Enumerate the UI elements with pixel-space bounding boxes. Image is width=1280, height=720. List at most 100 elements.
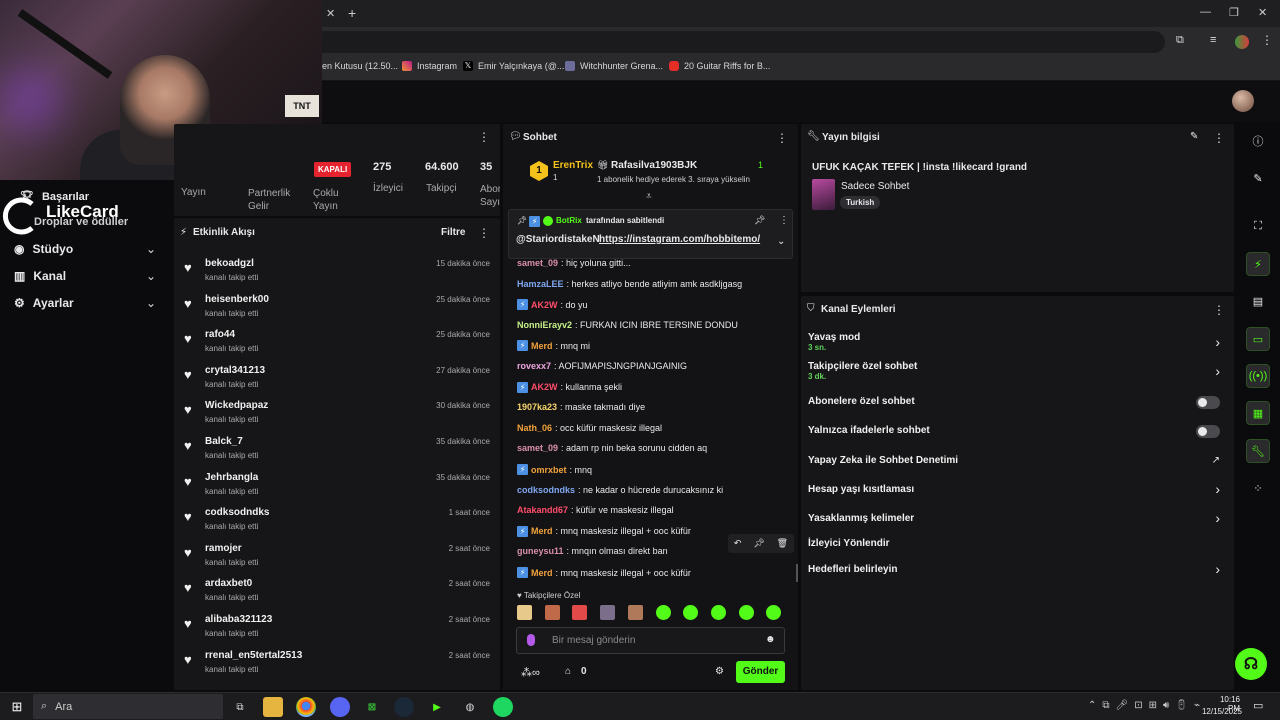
follower-name[interactable]: rafo44 [205, 329, 235, 340]
trash-icon[interactable]: 🗑︎ [777, 538, 788, 549]
chat-username[interactable]: Merd [531, 568, 553, 578]
filter-button[interactable]: Filtre [441, 227, 465, 238]
emote-icon[interactable] [655, 605, 671, 620]
bookmark-mail[interactable]: len Kutusu (12.50... [320, 61, 398, 71]
minimize-icon[interactable]: — [1200, 6, 1211, 18]
help-button[interactable]: ☊ [1235, 648, 1267, 680]
more-icon[interactable]: ⋮ [478, 130, 490, 144]
chat-username[interactable]: guneysu11 [517, 546, 564, 556]
tab-stream[interactable]: Yayın [181, 187, 206, 198]
emote-icon[interactable] [710, 605, 726, 620]
follower-name[interactable]: rrenal_en5tertal2513 [205, 650, 302, 661]
chat-username[interactable]: Merd [531, 526, 553, 536]
edit-icon[interactable]: ✎ [1190, 131, 1198, 142]
follower-name[interactable]: Wickedpapaz [205, 400, 268, 411]
unpin-icon[interactable]: 📌︎ [754, 215, 765, 226]
media-icon[interactable]: ≡ [1210, 34, 1216, 46]
chevron-down-icon[interactable]: ⌄ [146, 296, 156, 310]
category-thumbnail[interactable] [812, 179, 835, 210]
nav-channel[interactable]: ▥ Kanal [14, 269, 66, 283]
window-close-icon[interactable]: ✕ [1258, 6, 1267, 19]
taskbar-search[interactable]: ⌕ Ara [33, 694, 223, 719]
chat-username[interactable]: Atakandd67 [517, 505, 568, 515]
info-icon[interactable]: ⓘ [1246, 129, 1270, 153]
microphone-icon[interactable] [527, 634, 535, 646]
tab-multistream[interactable]: Çoklu Yayın [313, 187, 353, 213]
fullscreen-icon[interactable]: ⛶ [1246, 214, 1270, 238]
chat-username[interactable]: 1907ka23 [517, 402, 557, 412]
system-tray-icons[interactable]: ⌃⧉🎤︎⊡⊞🔊︎🔋︎⌁ [1088, 700, 1206, 711]
chat-input[interactable]: Bir mesaj gönderin ☻ [516, 627, 785, 654]
chrome-icon[interactable] [296, 697, 316, 717]
apps-icon[interactable]: ⁘ [1246, 476, 1270, 500]
chat-username[interactable]: NonniErayv2 [517, 320, 572, 330]
scrollbar[interactable] [796, 564, 798, 582]
task-view-icon[interactable]: ⧉ [230, 697, 250, 717]
more-icon[interactable]: ⋮ [779, 215, 789, 226]
emote-icon[interactable] [572, 605, 588, 620]
emote-icon[interactable] [517, 605, 532, 620]
chat-username[interactable]: rovexx7 [517, 361, 551, 371]
follower-name[interactable]: codksodndks [205, 507, 269, 518]
undo-icon[interactable]: ↶ [734, 538, 742, 549]
spotify-icon[interactable] [493, 697, 513, 717]
account-age-row[interactable]: Hesap yaşı kısıtlaması › [808, 481, 1226, 497]
chevron-down-icon[interactable]: ⌄ [777, 236, 785, 247]
ai-moderation-row[interactable]: Yapay Zeka ile Sohbet Denetimi ↗ [808, 455, 1226, 466]
send-button[interactable]: Gönder [736, 661, 785, 683]
chat-username[interactable]: AK2W [531, 382, 558, 392]
follower-name[interactable]: Jehrbangla [205, 472, 258, 483]
chevron-down-icon[interactable]: ⌄ [146, 269, 156, 283]
kick-icon[interactable]: ▶ [427, 697, 447, 717]
follower-name[interactable]: heisenberk00 [205, 294, 269, 305]
bolt-icon[interactable]: ⚡︎ [1246, 252, 1270, 276]
subs-chat-toggle[interactable] [1196, 396, 1220, 409]
xbox-icon[interactable]: ⊠ [362, 697, 382, 717]
broadcast-icon[interactable]: ((•)) [1246, 364, 1270, 388]
extensions-icon[interactable]: ⧉ [1176, 34, 1184, 47]
profile-icon[interactable] [1235, 35, 1249, 49]
slow-mode-row[interactable]: Yavaş mod 3 sn. › [808, 332, 1226, 352]
points-icon[interactable]: ⁂∞ [521, 666, 540, 679]
emote-icon[interactable] [766, 605, 782, 620]
chat-username[interactable]: AK2W [531, 300, 558, 310]
chat-username[interactable]: Nath_06 [517, 423, 552, 433]
address-bar[interactable] [300, 31, 1165, 53]
bookmark-witchhunter[interactable]: Witchhunter Grena... [565, 61, 663, 71]
follower-name[interactable]: ramojer [205, 543, 242, 554]
wrench-icon[interactable]: 🔧︎ [1246, 439, 1270, 463]
more-icon[interactable]: ⋮ [776, 131, 788, 145]
gear-icon[interactable]: ⚙ [715, 666, 724, 677]
collapse-icon[interactable]: ⩡ [646, 191, 652, 202]
follower-name[interactable]: ardaxbet0 [205, 578, 252, 589]
chat-username[interactable]: HamzaLEE [517, 279, 564, 289]
chat-icon[interactable]: ▭ [1246, 327, 1270, 351]
close-tab-icon[interactable]: ✕ [326, 7, 335, 20]
file-explorer-icon[interactable] [263, 697, 283, 717]
pinned-link[interactable]: https://instagram.com/hobbitemo/ [599, 234, 760, 245]
bookmark-x[interactable]: 𝕏 Emir Yalçınkaya (@... [463, 61, 564, 71]
emoji-icon[interactable]: ☻ [765, 634, 776, 645]
more-icon[interactable]: ⋮ [478, 226, 490, 240]
goals-row[interactable]: Hedefleri belirleyin › [808, 561, 1226, 577]
new-tab-icon[interactable]: + [348, 5, 356, 21]
obs-icon[interactable]: ◍ [460, 697, 480, 717]
discord-icon[interactable] [330, 697, 350, 717]
tab-partner-revenue[interactable]: Partnerlik Gelir [248, 187, 298, 213]
bookmark-youtube[interactable]: 20 Guitar Riffs for B... [669, 61, 770, 71]
layout-icon[interactable]: ▦ [1246, 401, 1270, 425]
notification-icon[interactable]: ▭ [1253, 699, 1263, 712]
nav-studio[interactable]: ◉ Stüdyo [14, 242, 73, 256]
emote-icon[interactable] [627, 605, 643, 620]
follower-name[interactable]: alibaba321123 [205, 614, 272, 625]
chat-username[interactable]: omrxbet [531, 465, 567, 475]
chat-username[interactable]: samet_09 [517, 443, 558, 453]
redirect-row[interactable]: İzleyici Yönlendir [808, 538, 1226, 549]
chat-username[interactable]: codksodndks [517, 485, 575, 495]
emote-icon[interactable] [738, 605, 754, 620]
chat-username[interactable]: Merd [531, 341, 553, 351]
pin-icon[interactable]: 📌︎ [753, 538, 764, 549]
emote-icon[interactable] [600, 605, 616, 620]
store-icon[interactable]: ⌂ [565, 666, 571, 677]
chevron-down-icon[interactable]: ⌄ [146, 242, 156, 256]
